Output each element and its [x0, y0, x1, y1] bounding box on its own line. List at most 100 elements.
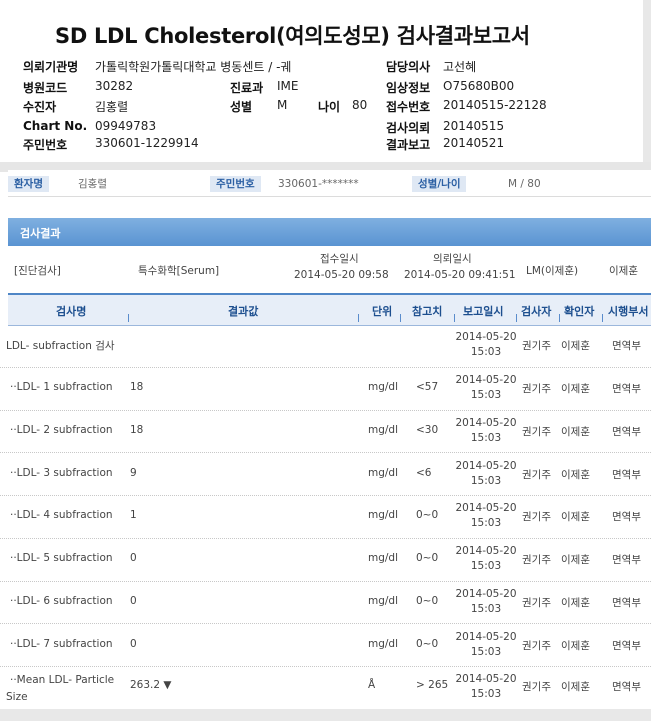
col-result: 결과값 — [228, 305, 259, 318]
test-name: ··LDL- 1 subfraction — [10, 381, 113, 394]
clinical-label: 임상정보 — [386, 81, 431, 95]
report-date: 2014-05-20 — [455, 673, 517, 686]
result-value: 0 — [130, 594, 137, 607]
table-row: ··LDL- 3 subfraction 9 mg/dl <6 권기주 이제훈 면역부 201… — [0, 452, 651, 496]
col-unit: 단위 — [372, 305, 393, 318]
unit: mg/dl — [368, 381, 399, 394]
report-datetime: 2014-05-20 15:03 — [455, 544, 517, 574]
confirmer: 이제훈 — [561, 511, 590, 524]
tester: 권기주 — [522, 511, 551, 524]
column-divider — [400, 314, 401, 322]
report-date: 2014-05-20 — [455, 374, 517, 387]
col-tester: 검사자 — [521, 305, 552, 318]
receipt-label: 접수번호 — [386, 100, 431, 114]
result-value: 263.2 ▼ — [130, 679, 172, 691]
age-label: 나이 — [318, 100, 341, 114]
test-name: ··LDL- 6 subfraction — [10, 594, 113, 607]
reference-range: 0~0 — [416, 509, 439, 522]
report-time: 15:03 — [470, 389, 502, 402]
specimen-info-row: [진단검사] 특수화학[Serum] 접수일시 2014-05-20 09:58… — [8, 248, 651, 286]
result-value: 9 — [130, 466, 137, 479]
table-row: ··LDL- 4 subfraction 1 mg/dl 0~0 권기주 이제훈 면역부 20… — [0, 495, 651, 539]
table-row: ··Mean LDL- Particle 263.2 ▼ Å > 265 권기주 이제훈 면… — [0, 666, 651, 710]
bottom-strip — [0, 709, 651, 721]
patient-value: 김홍렬 — [95, 100, 129, 114]
results-panel-title: 검사결과 — [20, 227, 61, 240]
report-datetime: 2014-05-20 15:03 — [455, 672, 517, 702]
column-divider — [128, 314, 129, 322]
sex-label: 성별 — [230, 100, 253, 114]
dept-value: IME — [277, 79, 299, 93]
doctor-value: 고선혜 — [443, 60, 477, 74]
test-name: ··LDL- 3 subfraction — [10, 466, 113, 479]
unit: mg/dl — [368, 552, 399, 565]
result-value: 18 — [130, 423, 144, 436]
confirmer-label: 이제훈 — [609, 265, 638, 277]
reference-range: 0~0 — [416, 552, 439, 565]
hospital-code-label: 병원코드 — [23, 81, 68, 95]
age-value: 80 — [352, 98, 368, 112]
reference-range: 0~0 — [416, 594, 439, 607]
unit: mg/dl — [368, 594, 399, 607]
test-name: LDL- subfraction 검사 — [6, 340, 115, 353]
report-value: 20140521 — [443, 136, 505, 150]
tester: 권기주 — [522, 681, 551, 693]
unit: mg/dl — [368, 423, 399, 436]
request-value: 20140515 — [443, 119, 505, 133]
patient-label: 수진자 — [23, 100, 57, 114]
table-row: ··LDL- 5 subfraction 0 mg/dl 0~0 권기주 이제훈 면역부 20… — [0, 538, 651, 582]
col-confirmer: 확인자 — [564, 305, 595, 318]
department: 면역부 — [612, 340, 641, 353]
chart-value: 09949783 — [95, 119, 157, 133]
result-value: 0 — [130, 552, 137, 565]
table-row: ··LDL- 1 subfraction 18 mg/dl <57 권기주 이제훈 면역부 2… — [0, 367, 651, 411]
report-title: SD LDL Cholesterol(여의도성모) 검사결과보고서 — [55, 24, 530, 48]
report-time: 15:03 — [470, 688, 502, 701]
reference-range: 0~0 — [416, 637, 439, 650]
report-date: 2014-05-20 — [455, 630, 517, 643]
category-label: [진단검사] — [14, 265, 61, 277]
results-panel-header: 검사결과 — [8, 218, 651, 246]
table-row: ··LDL- 6 subfraction 0 mg/dl 0~0 권기주 이제훈 면역부 20… — [0, 581, 651, 625]
column-divider — [516, 314, 517, 322]
department: 면역부 — [612, 383, 641, 396]
sex-value: M — [277, 98, 288, 112]
report-date: 2014-05-20 — [455, 502, 517, 515]
col-department: 시행부서 — [608, 305, 649, 318]
reference-range: <6 — [416, 466, 432, 479]
test-name: ··LDL- 7 subfraction — [10, 637, 113, 650]
report-date: 2014-05-20 — [455, 587, 517, 600]
confirmer: 이제훈 — [561, 554, 590, 567]
report-date: 2014-05-20 — [455, 459, 517, 472]
confirmer: 이제훈 — [561, 639, 590, 652]
request-time-title: 의뢰일시 — [433, 253, 472, 265]
report-date: 2014-05-20 — [455, 545, 517, 558]
col-reference: 참고치 — [412, 305, 443, 318]
confirmer: 이제훈 — [561, 340, 590, 353]
test-name: ··LDL- 4 subfraction — [10, 509, 113, 522]
department: 면역부 — [612, 468, 641, 481]
tester: 권기주 — [522, 554, 551, 567]
column-divider — [602, 314, 603, 322]
report-time: 15:03 — [470, 602, 502, 615]
reference-range: > 265 — [416, 679, 449, 691]
department: 면역부 — [612, 511, 641, 524]
specimen-label: 특수화학[Serum] — [138, 265, 220, 277]
report-datetime: 2014-05-20 15:03 — [455, 330, 517, 360]
patient-name-tag: 환자명 — [8, 176, 49, 192]
results-table-header: 검사명 결과값 단위 참고치 보고일시 검사자 확인자 시행부서 — [8, 293, 651, 326]
col-test-name: 검사명 — [56, 305, 87, 318]
request-label: 검사의뢰 — [386, 121, 431, 135]
department: 면역부 — [612, 596, 641, 609]
tester: 권기주 — [522, 340, 551, 353]
column-divider — [559, 314, 560, 322]
unit: mg/dl — [368, 637, 399, 650]
table-row: ··LDL- 2 subfraction 18 mg/dl <30 권기주 이제훈 면역부 2… — [0, 410, 651, 454]
report-time: 15:03 — [470, 474, 502, 487]
institution-label: 의뢰기관명 — [23, 60, 79, 74]
test-name: ··LDL- 5 subfraction — [10, 552, 113, 565]
patient-sexage-tag: 성별/나이 — [412, 176, 467, 192]
test-name: ··Mean LDL- Particle — [10, 674, 115, 686]
report-time: 15:03 — [470, 517, 502, 530]
institution-value: 가톨릭학원가톨릭대학교 병동센트 / -궤 — [95, 60, 292, 74]
